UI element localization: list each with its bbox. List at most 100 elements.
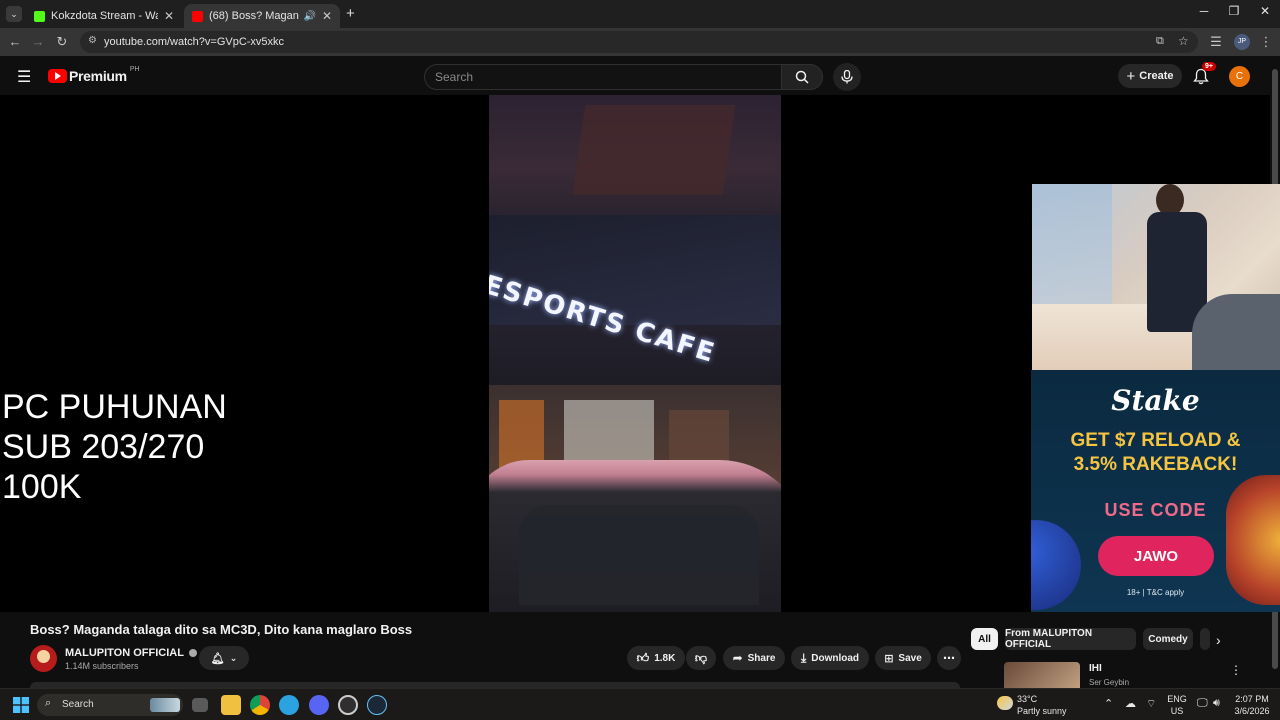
video-frame-esports-cafe: ESPORTS CAFE [489,95,781,612]
profile-avatar[interactable]: JP [1234,34,1250,50]
weather-widget[interactable]: 33°C Partly sunny [997,693,1067,717]
restore-button[interactable]: ❐ [1219,4,1249,18]
more-horizontal-icon: ⋯ [943,651,955,665]
search-icon: ⌕ [45,697,52,709]
install-app-icon[interactable]: ⧉ [1156,35,1164,48]
windows-start-icon[interactable] [13,697,29,713]
chevron-down-icon: ⌄ [229,652,238,663]
close-tab-icon[interactable]: ✕ [322,9,332,23]
discord-icon[interactable] [309,695,329,715]
telegram-icon[interactable] [279,695,299,715]
steam-icon[interactable] [367,695,387,715]
tab-search-button[interactable]: ⌄ [6,6,22,22]
channel-avatar[interactable] [30,645,57,672]
site-info-icon[interactable]: ⚙ [88,35,97,46]
recommended-video-item[interactable]: IHI Ser Geybin ⋮ [1004,660,1264,688]
clock[interactable]: 2:07 PM 3/6/2026 [1230,693,1274,717]
share-arrow-icon: ➦ [732,651,743,665]
taskbar-search[interactable]: ⌕ Search [37,694,183,716]
weather-sun-cloud-icon [997,696,1013,710]
save-playlist-icon: ⊞ [884,652,894,665]
reading-list-icon[interactable]: ☰ [1208,34,1224,50]
address-bar[interactable]: ⚙ youtube.com/watch?v=GVpC-xv5xkc ⧉ ☆ [80,31,1198,53]
recommended-title: IHI [1089,663,1102,674]
url-text[interactable]: youtube.com/watch?v=GVpC-xv5xkc [104,36,284,48]
more-vertical-icon[interactable]: ⋮ [1230,663,1242,677]
chrome-icon[interactable] [250,695,270,715]
dislike-button[interactable]: 👎︎ [686,646,716,670]
chip-partial[interactable] [1200,628,1210,650]
bell-icon: 🔔︎ [210,652,225,665]
save-button[interactable]: ⊞ Save [875,646,931,670]
account-avatar[interactable]: C [1229,66,1250,87]
language-indicator[interactable]: ENG US [1164,693,1190,717]
video-player[interactable]: ESPORTS CAFE PC PUHUNAN SUB 203/270 100K… [0,95,1280,612]
obs-icon[interactable] [338,695,358,715]
close-window-button[interactable]: ✕ [1250,4,1280,18]
chip-comedy-label: Comedy [1148,633,1188,645]
youtube-play-logo-icon [48,69,67,83]
notifications-button[interactable]: 9+ [1192,62,1216,86]
download-button[interactable]: ⤓ Download [791,646,869,670]
minimize-button[interactable]: ─ [1189,4,1219,18]
chips-next-chevron-icon[interactable]: › [1216,632,1221,648]
new-tab-button[interactable]: + [346,5,355,22]
back-arrow-icon[interactable]: ← [7,34,23,49]
tab-kokzdota[interactable]: Kokzdota Stream - Watch Live ✕ [26,4,182,28]
tray-app-icon[interactable]: ☁ [1125,697,1136,710]
file-explorer-icon[interactable] [221,695,241,715]
promo-code-button[interactable]: JAWO [1098,536,1214,576]
stake-ad-overlay[interactable]: Stake GET $7 RELOAD & 3.5% RAKEBACK! USE… [1031,370,1280,612]
save-label: Save [898,652,922,664]
like-button[interactable]: 👍︎ 1.8K [627,646,685,670]
recommended-thumbnail [1004,662,1080,688]
forward-arrow-icon[interactable]: → [30,34,46,49]
share-button[interactable]: ➦ Share [723,646,785,670]
share-label: Share [747,652,776,664]
youtube-header: ☰ Premium PH + Create 9+ C [0,57,1270,95]
task-view-icon[interactable] [192,698,208,712]
browser-tab-strip: ⌄ Kokzdota Stream - Watch Live ✕ (68) Bo… [0,0,1280,28]
taskbar-search-label: Search [62,699,94,710]
weather-desc: Partly sunny [1017,706,1067,716]
region-code: PH [129,66,140,73]
recommended-channel: Ser Geybin [1089,678,1130,687]
close-tab-icon[interactable]: ✕ [164,9,174,23]
chip-all[interactable]: All [971,628,998,650]
tab-youtube-active[interactable]: (68) Boss? Maganda talaga 🔊 ✕ [184,4,340,28]
youtube-logo[interactable]: Premium PH [48,66,140,84]
bookmark-star-icon[interactable]: ☆ [1178,34,1189,48]
chip-comedy[interactable]: Comedy [1143,628,1193,650]
voice-search-button[interactable] [833,63,861,91]
ad-headline-2: 3.5% RAKEBACK! [1073,454,1238,475]
channel-name[interactable]: MALUPITON OFFICIAL [65,647,197,659]
volume-icon[interactable]: 🔊︎ [1213,697,1220,710]
subscriber-count: 1.14M subscribers [65,661,139,671]
subscribed-bell-button[interactable]: 🔔︎ ⌄ [199,646,249,670]
search-box [424,64,782,90]
browser-menu-icon[interactable]: ⋮ [1258,34,1274,50]
reload-icon[interactable]: ↻ [54,34,70,50]
chip-from-channel[interactable]: From MALUPITON OFFICIAL [1005,628,1136,650]
overlay-line-1: PC PUHUNAN [2,388,227,426]
hamburger-menu-icon[interactable]: ☰ [17,67,31,87]
network-icon[interactable]: 🖵 [1197,697,1208,710]
microphone-icon [841,70,853,84]
chip-all-label: All [978,633,991,645]
stream-overlay-text: PC PUHUNAN SUB 203/270 100K [2,387,227,507]
speaker-audio-icon[interactable]: 🔊 [303,11,315,22]
thumbs-up-icon: 👍︎ [636,650,650,665]
verified-badge-icon [188,649,197,658]
create-button[interactable]: + Create [1118,64,1182,88]
more-actions-button[interactable]: ⋯ [937,646,961,670]
stake-brand: Stake [1111,384,1200,417]
channel-name-text: MALUPITON OFFICIAL [65,647,184,659]
language-code: ENG [1167,694,1187,704]
search-input[interactable] [435,69,765,85]
tray-wifi-icon[interactable]: ⌔ [1146,697,1156,711]
youtube-favicon-icon [192,10,203,22]
search-highlight-image [150,698,180,712]
ad-disclaimer: 18+ | T&C apply [1126,588,1185,597]
search-button[interactable] [781,64,823,90]
tray-overflow-chevron-icon[interactable]: ⌃ [1104,697,1113,710]
